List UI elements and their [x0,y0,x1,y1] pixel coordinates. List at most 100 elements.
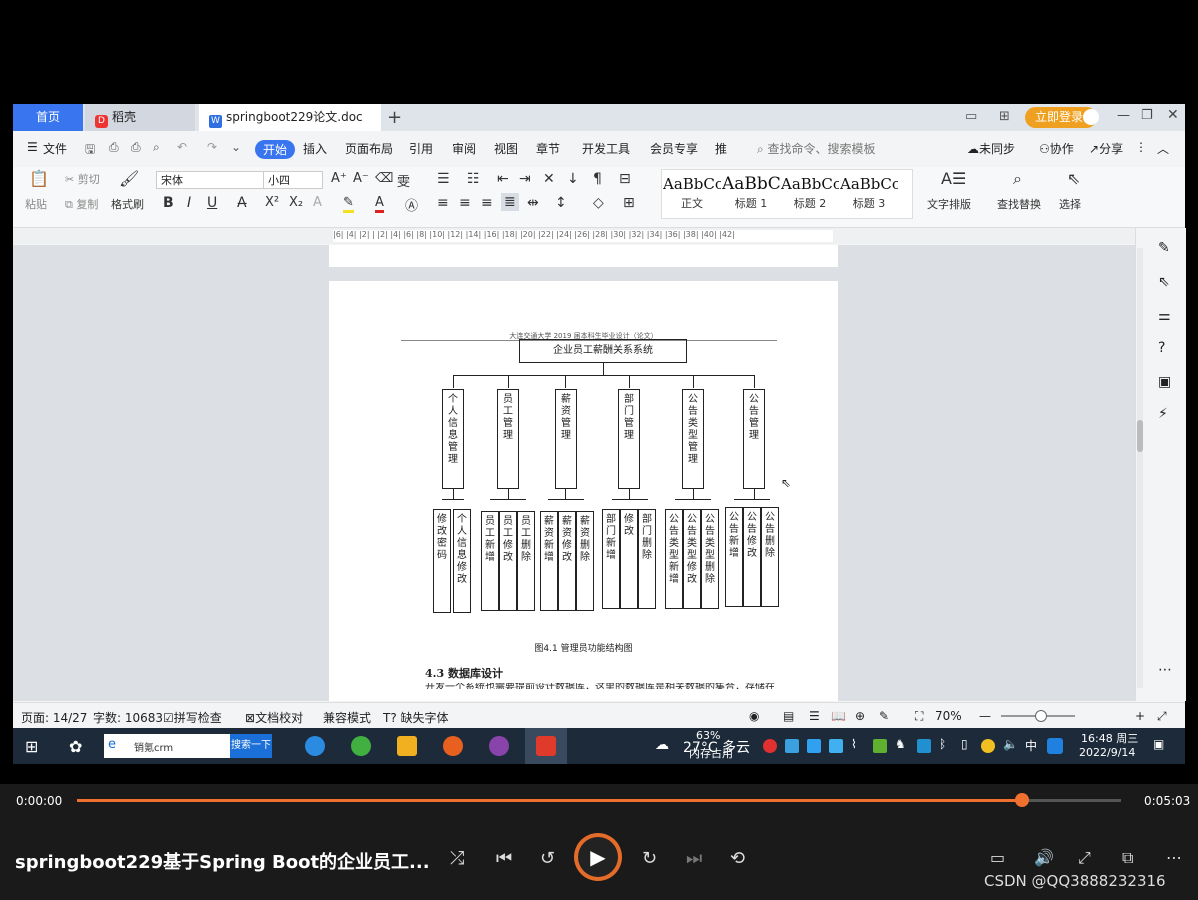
font-size-select[interactable]: 小四 [263,171,323,189]
spell-check[interactable]: ☑拼写检查 [163,709,222,726]
underline-icon[interactable]: U [207,195,217,211]
superscript-icon[interactable]: X² [265,195,279,210]
forward-30-icon[interactable]: ↻ [642,848,657,869]
quick-save-icon[interactable]: 🖫 [85,140,95,161]
menu-start[interactable]: 开始 [255,140,296,159]
new-tab-button[interactable]: + [387,107,402,128]
pointer-icon[interactable]: ⇖ [1158,274,1170,290]
vertical-scrollbar[interactable] [1137,248,1143,688]
distribute-icon[interactable]: ⇹ [527,195,539,211]
select-button[interactable]: 选择 [1059,196,1081,212]
cut-button[interactable]: ✂ 剪切 [65,171,100,187]
line-spacing-icon[interactable]: ↕ [555,195,567,211]
menu-more[interactable]: 推 [715,140,727,157]
zoom-level[interactable]: 70% [935,709,962,723]
menu-dev-tools[interactable]: 开发工具 [582,140,630,157]
ime-indicator[interactable]: 中 [1025,737,1037,754]
volume-icon[interactable]: 🔈 [1003,737,1018,751]
weather-cloud-icon[interactable]: ☁ [655,737,669,753]
nvidia-icon[interactable] [873,739,887,753]
tray-icon[interactable] [785,739,799,753]
eye-icon[interactable]: ◉ [749,709,759,723]
apps-grid-icon[interactable]: ⊞ [999,109,1010,124]
text-effect-icon[interactable]: A [313,195,322,210]
show-marks-icon[interactable]: ¶ [593,171,602,187]
style-heading-1[interactable]: AaBbC 标题 1 [722,171,780,215]
shading-icon[interactable]: ◇ [593,195,604,211]
sort-icon[interactable]: ↓ [567,171,579,187]
strikethrough-icon[interactable]: A̶ [237,195,247,211]
tab-docer[interactable]: D 稻壳 [85,104,195,131]
select-cursor-icon[interactable]: ⇖ [1067,169,1080,188]
tab-document[interactable]: Wspringboot229论文.doc [199,104,381,131]
help-icon[interactable]: ? [1158,340,1165,356]
read-view-icon[interactable]: 📖 [831,709,846,723]
sync-status[interactable]: ☁未同步 [967,140,1015,157]
app-icon[interactable] [443,736,463,756]
minimize-icon[interactable]: — [1117,108,1130,123]
share-button[interactable]: ↗分享 [1089,140,1123,157]
clock-date[interactable]: 2022/9/14 [1079,746,1135,759]
tray-icon[interactable] [807,739,821,753]
shrink-font-icon[interactable]: A⁻ [353,171,369,186]
progress-track[interactable] [77,793,1121,807]
app-icon[interactable] [489,736,509,756]
window-layout-icon[interactable]: ▭ [965,109,977,124]
find-replace-icon[interactable]: ⌕ [1013,169,1022,189]
repeat-off-icon[interactable]: ⟲ [730,848,745,869]
shuffle-icon[interactable]: ⤮ [450,848,464,869]
taskbar-search-button[interactable]: 搜索一下 [230,734,272,758]
align-right-icon[interactable]: ≡ [481,195,493,211]
bullet-list-icon[interactable]: ☰ [437,171,450,187]
outline-view-icon[interactable]: ☰ [809,709,820,723]
style-heading-2[interactable]: AaBbCc 标题 2 [781,171,839,215]
more-options-icon[interactable]: ⋮ [1135,140,1147,154]
increase-indent-icon[interactable]: ⇥ [519,171,531,187]
more-dots-icon[interactable]: ⋯ [1158,662,1172,678]
grow-font-icon[interactable]: A⁺ [331,171,347,186]
command-search[interactable]: ⌕ 查找命令、搜索模板 [757,140,876,157]
scrollbar-thumb[interactable] [1137,420,1143,452]
collapse-ribbon-icon[interactable]: ︿ [1157,140,1169,157]
format-painter-icon[interactable]: 🖌 [119,169,139,188]
ruler[interactable]: |6| |4| |2| | |2| |4| |6| |8| |10| |12| … [13,228,1185,244]
menu-references[interactable]: 引用 [409,140,433,157]
file-explorer-icon[interactable] [397,736,417,756]
menu-layout[interactable]: 页面布局 [345,140,393,157]
justify-icon[interactable]: ≣ [501,193,519,211]
chinese-layout-icon[interactable]: ✕ [543,171,555,187]
menu-view[interactable]: 视图 [494,140,518,157]
pen-icon[interactable]: ✎ [1158,240,1170,256]
decrease-indent-icon[interactable]: ⇤ [497,171,509,187]
tray-icon[interactable] [763,739,777,753]
preview-icon[interactable]: ⌕ [153,140,160,155]
windows-start-icon[interactable]: ⊞ [25,737,38,756]
align-left-icon[interactable]: ≡ [437,195,449,211]
menu-review[interactable]: 审阅 [452,140,476,157]
quick-export-icon[interactable]: ⎙ [109,140,119,155]
redo-icon[interactable]: ↷ [207,140,217,154]
fit-page-icon[interactable]: ⛶ [915,709,923,724]
zoom-out-icon[interactable]: — [979,709,991,723]
rewind-10-icon[interactable]: ↺ [540,848,555,869]
ie-browser-icon[interactable] [305,736,325,756]
copy-button[interactable]: ⧉ 复制 [65,196,98,212]
format-painter-button[interactable]: 格式刷 [111,196,144,212]
pinwheel-icon[interactable]: ✿ [69,737,82,756]
progress-knob[interactable] [1014,793,1029,807]
mini-player-icon[interactable]: ⧉ [1122,848,1133,868]
tray-icon[interactable] [981,739,995,753]
highlight-icon[interactable]: ✎ [343,195,354,213]
write-mode-icon[interactable]: ✎ [879,709,889,723]
fullscreen-icon[interactable]: ⤢ [1078,848,1091,868]
hamburger-icon[interactable]: ☰ [27,140,38,154]
page-view-icon[interactable]: ▤ [783,709,794,723]
lightning-icon[interactable]: ⚡ [1158,406,1168,422]
restore-icon[interactable]: ❐ [1141,108,1153,123]
tray-icon[interactable] [1047,738,1063,754]
missing-font[interactable]: T? 缺失字体 [383,709,449,726]
clock-time[interactable]: 16:48 周三 [1081,730,1138,746]
paste-icon[interactable]: 📋 [29,169,49,188]
find-replace-button[interactable]: 查找替换 [997,196,1041,212]
text-layout-icon[interactable]: A☰ [941,169,966,188]
